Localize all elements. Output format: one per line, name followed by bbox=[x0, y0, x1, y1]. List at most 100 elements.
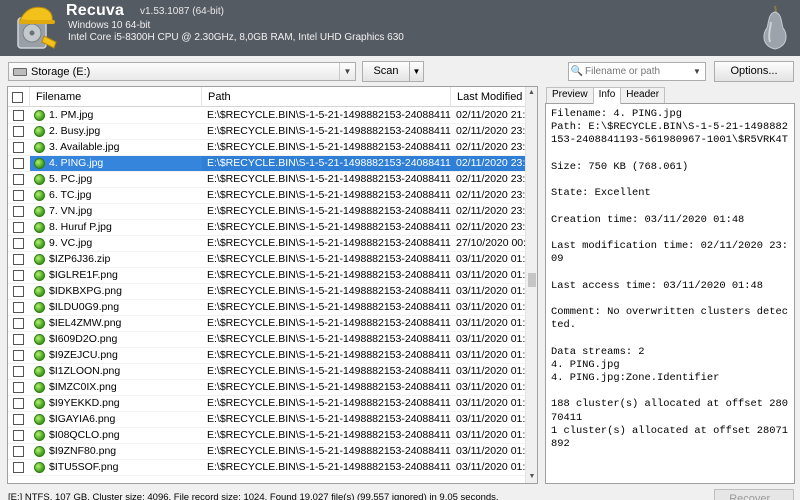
row-checkbox-cell[interactable] bbox=[8, 444, 30, 459]
modified-cell[interactable]: 03/11/2020 01:52 bbox=[451, 300, 527, 315]
table-row[interactable]: $I1ZLOON.png E:\$RECYCLE.BIN\S-1-5-21-149… bbox=[8, 364, 527, 380]
table-row[interactable]: $IDKBXPG.png E:\$RECYCLE.BIN\S-1-5-21-149… bbox=[8, 284, 527, 300]
row-checkbox-cell[interactable] bbox=[8, 156, 30, 171]
filename-cell[interactable]: $I9ZEJCU.png bbox=[30, 348, 202, 363]
filename-cell[interactable]: 5. PC.jpg bbox=[30, 172, 202, 187]
row-checkbox-cell[interactable] bbox=[8, 108, 30, 123]
filename-cell[interactable]: $ILDU0G9.png bbox=[30, 300, 202, 315]
row-checkbox[interactable] bbox=[13, 334, 24, 345]
row-checkbox[interactable] bbox=[13, 158, 24, 169]
row-checkbox[interactable] bbox=[13, 142, 24, 153]
modified-cell[interactable]: 27/10/2020 00:25 bbox=[451, 236, 527, 251]
path-cell[interactable]: E:\$RECYCLE.BIN\S-1-5-21-1498882153-2408… bbox=[202, 172, 451, 187]
modified-cell[interactable]: 03/11/2020 01:48 bbox=[451, 252, 527, 267]
path-cell[interactable]: E:\$RECYCLE.BIN\S-1-5-21-1498882153-2408… bbox=[202, 268, 451, 283]
path-cell[interactable]: E:\$RECYCLE.BIN\S-1-5-21-1498882153-2408… bbox=[202, 348, 451, 363]
filename-cell[interactable]: 9. VC.jpg bbox=[30, 236, 202, 251]
filename-cell[interactable]: $IZP6J36.zip bbox=[30, 252, 202, 267]
vertical-scrollbar[interactable]: ▲ ▼ bbox=[525, 87, 537, 483]
path-cell[interactable]: E:\$RECYCLE.BIN\S-1-5-21-1498882153-2408… bbox=[202, 380, 451, 395]
filename-cell[interactable]: $IMZC0IX.png bbox=[30, 380, 202, 395]
row-checkbox-cell[interactable] bbox=[8, 220, 30, 235]
row-checkbox-cell[interactable] bbox=[8, 364, 30, 379]
row-checkbox-cell[interactable] bbox=[8, 316, 30, 331]
modified-cell[interactable]: 03/11/2020 01:52 bbox=[451, 348, 527, 363]
table-row[interactable]: $I08QCLO.png E:\$RECYCLE.BIN\S-1-5-21-149… bbox=[8, 428, 527, 444]
row-checkbox[interactable] bbox=[13, 110, 24, 121]
select-all-checkbox-cell[interactable] bbox=[8, 87, 30, 107]
row-checkbox-cell[interactable] bbox=[8, 172, 30, 187]
row-checkbox[interactable] bbox=[13, 254, 24, 265]
row-checkbox[interactable] bbox=[13, 446, 24, 457]
modified-cell[interactable]: 02/11/2020 23:19 bbox=[451, 220, 527, 235]
path-cell[interactable]: E:\$RECYCLE.BIN\S-1-5-21-1498882153-2408… bbox=[202, 124, 451, 139]
table-row[interactable]: 7. VN.jpg E:\$RECYCLE.BIN\S-1-5-21-149888… bbox=[8, 204, 527, 220]
filename-cell[interactable]: $IGLRE1F.png bbox=[30, 268, 202, 283]
table-row[interactable]: $IZP6J36.zip E:\$RECYCLE.BIN\S-1-5-21-149… bbox=[8, 252, 527, 268]
filename-cell[interactable]: $I9ZNF80.png bbox=[30, 444, 202, 459]
row-checkbox-cell[interactable] bbox=[8, 380, 30, 395]
row-checkbox-cell[interactable] bbox=[8, 204, 30, 219]
modified-cell[interactable]: 03/11/2020 01:52 bbox=[451, 284, 527, 299]
row-checkbox[interactable] bbox=[13, 366, 24, 377]
modified-cell[interactable]: 03/11/2020 01:52 bbox=[451, 460, 527, 475]
modified-cell[interactable]: 03/11/2020 01:52 bbox=[451, 332, 527, 347]
chevron-down-icon[interactable]: ▼ bbox=[339, 63, 355, 80]
modified-cell[interactable]: 03/11/2020 01:52 bbox=[451, 412, 527, 427]
path-cell[interactable]: E:\$RECYCLE.BIN\S-1-5-21-1498882153-2408… bbox=[202, 444, 451, 459]
search-input[interactable]: 🔍 Filename or path ▼ bbox=[568, 62, 706, 81]
path-cell[interactable]: E:\$RECYCLE.BIN\S-1-5-21-1498882153-2408… bbox=[202, 108, 451, 123]
modified-cell[interactable]: 03/11/2020 01:52 bbox=[451, 316, 527, 331]
path-cell[interactable]: E:\$RECYCLE.BIN\S-1-5-21-1498882153-2408… bbox=[202, 412, 451, 427]
row-checkbox[interactable] bbox=[13, 382, 24, 393]
table-row[interactable]: $I609D2O.png E:\$RECYCLE.BIN\S-1-5-21-149… bbox=[8, 332, 527, 348]
row-checkbox[interactable] bbox=[13, 302, 24, 313]
row-checkbox-cell[interactable] bbox=[8, 428, 30, 443]
filename-cell[interactable]: 8. Huruf P.jpg bbox=[30, 220, 202, 235]
modified-cell[interactable]: 03/11/2020 01:52 bbox=[451, 444, 527, 459]
table-row[interactable]: 4. PING.jpg E:\$RECYCLE.BIN\S-1-5-21-1498… bbox=[8, 156, 527, 172]
table-row[interactable]: 1. PM.jpg E:\$RECYCLE.BIN\S-1-5-21-149888… bbox=[8, 108, 527, 124]
path-cell[interactable]: E:\$RECYCLE.BIN\S-1-5-21-1498882153-2408… bbox=[202, 364, 451, 379]
table-row[interactable]: $I9ZNF80.png E:\$RECYCLE.BIN\S-1-5-21-149… bbox=[8, 444, 527, 460]
row-checkbox-cell[interactable] bbox=[8, 252, 30, 267]
filename-cell[interactable]: $I9YEKKD.png bbox=[30, 396, 202, 411]
table-row[interactable]: 6. TC.jpg E:\$RECYCLE.BIN\S-1-5-21-149888… bbox=[8, 188, 527, 204]
column-header-modified[interactable]: Last Modified bbox=[451, 87, 527, 107]
scroll-up-icon[interactable]: ▲ bbox=[526, 87, 537, 99]
filename-cell[interactable]: $ITU5SOF.png bbox=[30, 460, 202, 475]
table-row[interactable]: 9. VC.jpg E:\$RECYCLE.BIN\S-1-5-21-149888… bbox=[8, 236, 527, 252]
modified-cell[interactable]: 02/11/2020 21:19 bbox=[451, 108, 527, 123]
table-row[interactable]: 3. Available.jpg E:\$RECYCLE.BIN\S-1-5-21… bbox=[8, 140, 527, 156]
table-row[interactable]: $IGAYIA6.png E:\$RECYCLE.BIN\S-1-5-21-149… bbox=[8, 412, 527, 428]
column-header-filename[interactable]: Filename bbox=[30, 87, 202, 107]
table-row[interactable]: $IMZC0IX.png E:\$RECYCLE.BIN\S-1-5-21-149… bbox=[8, 380, 527, 396]
row-checkbox-cell[interactable] bbox=[8, 300, 30, 315]
path-cell[interactable]: E:\$RECYCLE.BIN\S-1-5-21-1498882153-2408… bbox=[202, 220, 451, 235]
row-checkbox-cell[interactable] bbox=[8, 124, 30, 139]
row-checkbox[interactable] bbox=[13, 350, 24, 361]
drive-select[interactable]: Storage (E:) ▼ bbox=[8, 62, 356, 81]
filename-cell[interactable]: $IGAYIA6.png bbox=[30, 412, 202, 427]
table-row[interactable]: $I9YEKKD.png E:\$RECYCLE.BIN\S-1-5-21-149… bbox=[8, 396, 527, 412]
filename-cell[interactable]: 7. VN.jpg bbox=[30, 204, 202, 219]
modified-cell[interactable]: 03/11/2020 01:52 bbox=[451, 380, 527, 395]
tab-preview[interactable]: Preview bbox=[546, 87, 594, 103]
tab-info[interactable]: Info bbox=[592, 87, 622, 104]
row-checkbox[interactable] bbox=[13, 414, 24, 425]
path-cell[interactable]: E:\$RECYCLE.BIN\S-1-5-21-1498882153-2408… bbox=[202, 140, 451, 155]
scroll-down-icon[interactable]: ▼ bbox=[526, 471, 537, 483]
row-checkbox[interactable] bbox=[13, 270, 24, 281]
row-checkbox[interactable] bbox=[13, 206, 24, 217]
modified-cell[interactable]: 02/11/2020 23:04 bbox=[451, 124, 527, 139]
options-button[interactable]: Options... bbox=[714, 61, 794, 82]
path-cell[interactable]: E:\$RECYCLE.BIN\S-1-5-21-1498882153-2408… bbox=[202, 156, 451, 171]
modified-cell[interactable]: 02/11/2020 23:12 bbox=[451, 204, 527, 219]
row-checkbox[interactable] bbox=[13, 222, 24, 233]
modified-cell[interactable]: 02/11/2020 23:04 bbox=[451, 140, 527, 155]
scan-dropdown-icon[interactable]: ▼ bbox=[409, 62, 423, 81]
modified-cell[interactable]: 02/11/2020 23:11 bbox=[451, 188, 527, 203]
table-row[interactable]: $IEL4ZMW.png E:\$RECYCLE.BIN\S-1-5-21-149… bbox=[8, 316, 527, 332]
table-row[interactable]: $I9ZEJCU.png E:\$RECYCLE.BIN\S-1-5-21-149… bbox=[8, 348, 527, 364]
chevron-down-icon[interactable]: ▼ bbox=[689, 63, 705, 80]
